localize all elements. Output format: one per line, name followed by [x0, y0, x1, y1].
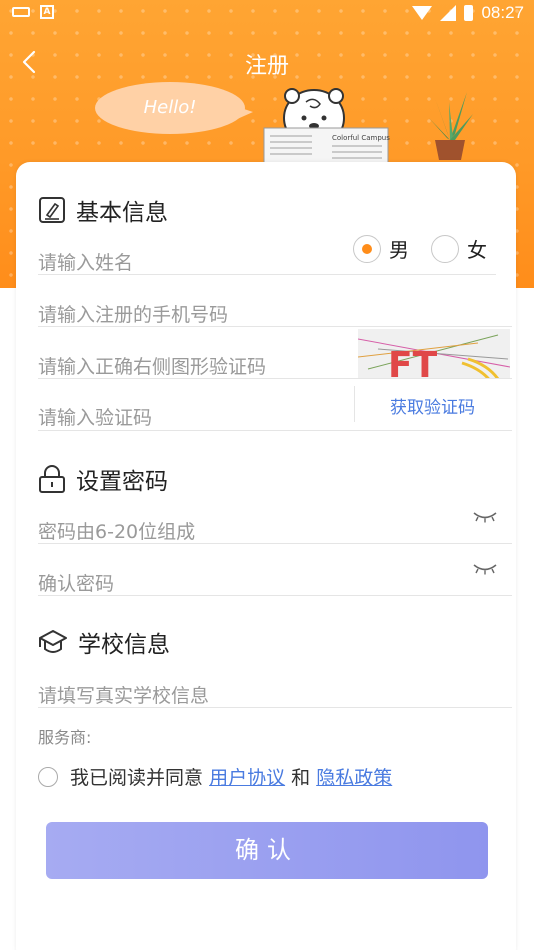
- school-heading: 学校信息: [38, 625, 170, 659]
- confirm-password-input[interactable]: 确认密码: [38, 569, 114, 596]
- basic-info-heading: 基本信息: [38, 193, 168, 227]
- gender-female-label[interactable]: 女: [467, 234, 487, 263]
- divider: [38, 430, 512, 431]
- vertical-divider: [354, 386, 355, 422]
- divider: [38, 543, 512, 544]
- a-icon: A: [40, 5, 54, 19]
- captcha-image[interactable]: FT: [358, 329, 510, 379]
- status-bar: A 08:27: [0, 0, 534, 28]
- plant-illustration: [429, 92, 473, 160]
- wifi-icon: [412, 6, 433, 20]
- gender-male-radio[interactable]: [353, 234, 381, 263]
- divider: [38, 378, 512, 379]
- password-input[interactable]: 密码由6-20位组成: [38, 517, 195, 544]
- user-agreement-link[interactable]: 用户协议: [209, 767, 285, 789]
- signal-icon: [440, 5, 457, 21]
- provider-label: 服务商:: [38, 728, 92, 747]
- battery-icon: [464, 5, 474, 21]
- hello-bubble: Hello!: [95, 82, 253, 134]
- page-title: 注册: [244, 54, 289, 79]
- gender-male-label[interactable]: 男: [389, 234, 409, 263]
- phone-input[interactable]: 请输入注册的手机号码: [38, 300, 228, 327]
- divider: [38, 274, 496, 275]
- confirm-button[interactable]: 确认: [46, 822, 488, 879]
- get-code-button[interactable]: 获取验证码: [390, 393, 475, 418]
- divider: [38, 326, 512, 327]
- school-title: 学校信息: [78, 632, 170, 658]
- password-title: 设置密码: [76, 469, 168, 495]
- school-input[interactable]: 请填写真实学校信息: [38, 681, 209, 708]
- newspaper-text: Colorful Campus: [332, 134, 390, 142]
- captcha-input[interactable]: 请输入正确右侧图形验证码: [38, 352, 266, 379]
- privacy-policy-link[interactable]: 隐私政策: [316, 767, 392, 789]
- code-input[interactable]: 请输入验证码: [38, 403, 152, 430]
- divider: [38, 595, 512, 596]
- password-heading: 设置密码: [38, 462, 168, 496]
- agreement-prefix: 我已阅读并同意: [70, 767, 204, 789]
- gender-selector: 男 女: [353, 234, 487, 263]
- eye-closed-icon[interactable]: [472, 562, 498, 576]
- mascot-illustration: Colorful Campus: [263, 88, 390, 164]
- eye-closed-icon[interactable]: [472, 510, 498, 524]
- basic-info-title: 基本信息: [76, 200, 168, 226]
- name-input[interactable]: 请输入姓名: [38, 248, 133, 275]
- edit-form-icon: [39, 197, 65, 223]
- agreement-row: 我已阅读并同意 用户协议 和 隐私政策: [38, 763, 392, 790]
- agreement-checkbox[interactable]: [38, 766, 58, 787]
- gender-female-radio[interactable]: [431, 234, 459, 263]
- captcha-text: FT: [388, 345, 438, 379]
- graduation-cap-icon: [39, 630, 67, 653]
- keyboard-icon: [12, 7, 30, 17]
- divider: [38, 707, 512, 708]
- agreement-and: 和: [291, 767, 311, 789]
- lock-icon: [39, 465, 65, 493]
- status-time: 08:27: [481, 3, 524, 22]
